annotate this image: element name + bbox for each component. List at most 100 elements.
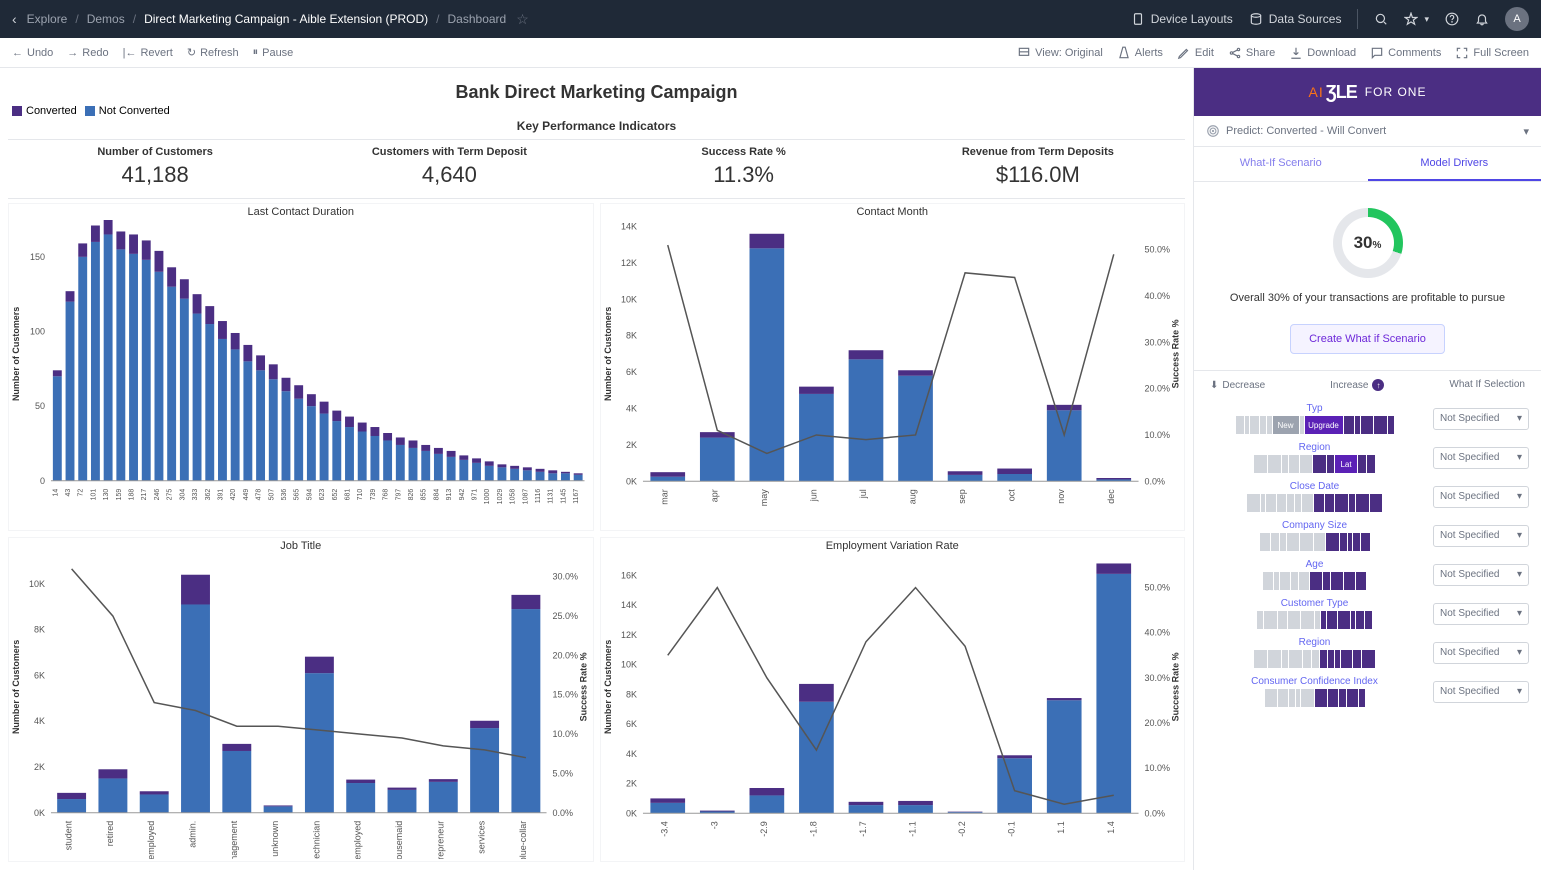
svg-text:Success Rate %: Success Rate % (1170, 652, 1180, 721)
download-button[interactable]: Download (1289, 46, 1356, 60)
svg-text:10.0%: 10.0% (553, 729, 578, 739)
revert-button[interactable]: |← Revert (123, 47, 173, 59)
crumb-explore[interactable]: Explore (27, 12, 68, 26)
aible-logo: AIƷLEFOR ONE (1309, 82, 1427, 103)
data-sources-button[interactable]: Data Sources (1249, 12, 1342, 26)
driver-select[interactable]: Not Specified▾ (1433, 564, 1529, 586)
svg-text:391: 391 (217, 489, 224, 501)
driver-select[interactable]: Not Specified▾ (1433, 642, 1529, 664)
edit-button[interactable]: Edit (1177, 46, 1214, 60)
svg-text:Success Rate %: Success Rate % (1170, 319, 1180, 388)
device-layouts-button[interactable]: Device Layouts (1131, 12, 1233, 26)
chart-title: Contact Month (601, 204, 1185, 220)
svg-text:246: 246 (154, 489, 161, 501)
kpi-card: Revenue from Term Deposits$116.0M (891, 140, 1185, 198)
svg-text:50.0%: 50.0% (1144, 582, 1169, 592)
driver-select[interactable]: Not Specified▾ (1433, 408, 1529, 430)
undo-button[interactable]: ← Undo (12, 47, 53, 59)
svg-text:101: 101 (90, 489, 97, 501)
chart-last_contact_duration[interactable]: Last Contact Duration050100150Number of … (8, 203, 594, 531)
svg-text:4K: 4K (34, 716, 45, 726)
svg-text:1.1: 1.1 (1056, 821, 1066, 834)
arrow-down-icon: ⬇ (1210, 380, 1218, 391)
svg-text:oct: oct (1006, 489, 1016, 501)
driver-distribution[interactable] (1206, 689, 1423, 707)
svg-text:0.0%: 0.0% (1144, 808, 1164, 818)
kpi-label: Customers with Term Deposit (302, 146, 596, 158)
driver-select[interactable]: Not Specified▾ (1433, 447, 1529, 469)
svg-text:478: 478 (256, 489, 263, 501)
driver-distribution[interactable]: Lat (1206, 455, 1423, 473)
crumb-dashboard[interactable]: Dashboard (448, 12, 507, 26)
svg-text:50.0%: 50.0% (1144, 245, 1169, 255)
driver-distribution[interactable] (1206, 494, 1423, 512)
star-menu-icon[interactable]: ▾ (1404, 12, 1429, 26)
avatar[interactable]: A (1505, 7, 1529, 31)
svg-text:1029: 1029 (497, 489, 504, 505)
svg-text:aug: aug (907, 489, 917, 504)
svg-text:retired: retired (105, 821, 115, 846)
chart-contact_month[interactable]: Contact Month0K2K4K6K8K10K12K14KNumber o… (600, 203, 1186, 531)
svg-text:20.0%: 20.0% (1144, 384, 1169, 394)
profitability-gauge: 30% (1333, 208, 1403, 278)
favourite-icon[interactable]: ☆ (516, 11, 529, 28)
svg-text:8K: 8K (34, 624, 45, 634)
svg-text:25.0%: 25.0% (553, 611, 578, 621)
driver-distribution[interactable] (1206, 650, 1423, 668)
svg-text:0: 0 (40, 476, 45, 486)
notifications-icon[interactable] (1475, 12, 1489, 26)
panel-tabs: What-If Scenario Model Drivers (1194, 147, 1541, 182)
svg-text:Number of Customers: Number of Customers (602, 307, 612, 401)
pause-button[interactable]: ⏸ Pause (253, 46, 294, 59)
kpi-row: Number of Customers41,188Customers with … (8, 139, 1185, 199)
driver-distribution[interactable]: NewUpgrade (1206, 416, 1423, 434)
predict-selector[interactable]: Predict: Converted - Will Convert ▾ (1194, 116, 1541, 147)
search-icon[interactable] (1374, 12, 1388, 26)
svg-text:-1.7: -1.7 (857, 821, 867, 836)
svg-text:0K: 0K (625, 476, 636, 486)
driver-distribution[interactable] (1206, 572, 1423, 590)
svg-text:16K: 16K (620, 570, 636, 580)
fullscreen-button[interactable]: Full Screen (1455, 46, 1529, 60)
driver-row: Region Lat Not Specified▾ (1194, 438, 1541, 477)
svg-text:0.0%: 0.0% (553, 808, 573, 818)
svg-text:12K: 12K (620, 258, 636, 268)
refresh-button[interactable]: ↻ Refresh (187, 46, 239, 59)
svg-text:30.0%: 30.0% (553, 571, 578, 581)
back-icon[interactable]: ‹ (12, 11, 17, 27)
chart-job_title[interactable]: Job Title0K2K4K6K8K10KNumber of Customer… (8, 537, 594, 863)
svg-text:1131: 1131 (548, 489, 555, 504)
svg-text:40.0%: 40.0% (1144, 627, 1169, 637)
svg-text:1.4: 1.4 (1105, 821, 1115, 834)
crumb-demos[interactable]: Demos (87, 12, 125, 26)
help-icon[interactable] (1445, 12, 1459, 26)
svg-text:technician: technician (311, 821, 321, 860)
kpi-label: Number of Customers (8, 146, 302, 158)
svg-text:1167: 1167 (573, 489, 580, 504)
alerts-button[interactable]: Alerts (1117, 46, 1163, 60)
kpi-label: Success Rate % (597, 146, 891, 158)
create-scenario-button[interactable]: Create What if Scenario (1290, 324, 1445, 354)
driver-select[interactable]: Not Specified▾ (1433, 525, 1529, 547)
svg-text:362: 362 (205, 489, 212, 501)
svg-text:188: 188 (129, 489, 136, 501)
driver-select[interactable]: Not Specified▾ (1433, 681, 1529, 703)
driver-distribution[interactable] (1206, 533, 1423, 551)
svg-text:jul: jul (857, 489, 867, 499)
driver-distribution[interactable] (1206, 611, 1423, 629)
driver-select[interactable]: Not Specified▾ (1433, 603, 1529, 625)
tab-whatif[interactable]: What-If Scenario (1194, 147, 1368, 181)
redo-button[interactable]: → Redo (67, 47, 108, 59)
chart-emp_var_rate[interactable]: Employment Variation Rate0K2K4K6K8K10K12… (600, 537, 1186, 863)
driver-select[interactable]: Not Specified▾ (1433, 486, 1529, 508)
crumb-campaign[interactable]: Direct Marketing Campaign - Aible Extens… (144, 12, 428, 26)
driver-label: Consumer Confidence Index (1206, 676, 1423, 687)
kpi-value: 4,640 (302, 162, 596, 188)
driver-label: Region (1206, 637, 1423, 648)
svg-text:5.0%: 5.0% (553, 768, 573, 778)
view-button[interactable]: View: Original (1017, 46, 1103, 60)
comments-button[interactable]: Comments (1370, 46, 1441, 60)
share-button[interactable]: Share (1228, 46, 1275, 60)
tab-model-drivers[interactable]: Model Drivers (1368, 147, 1541, 181)
svg-text:942: 942 (459, 489, 466, 501)
